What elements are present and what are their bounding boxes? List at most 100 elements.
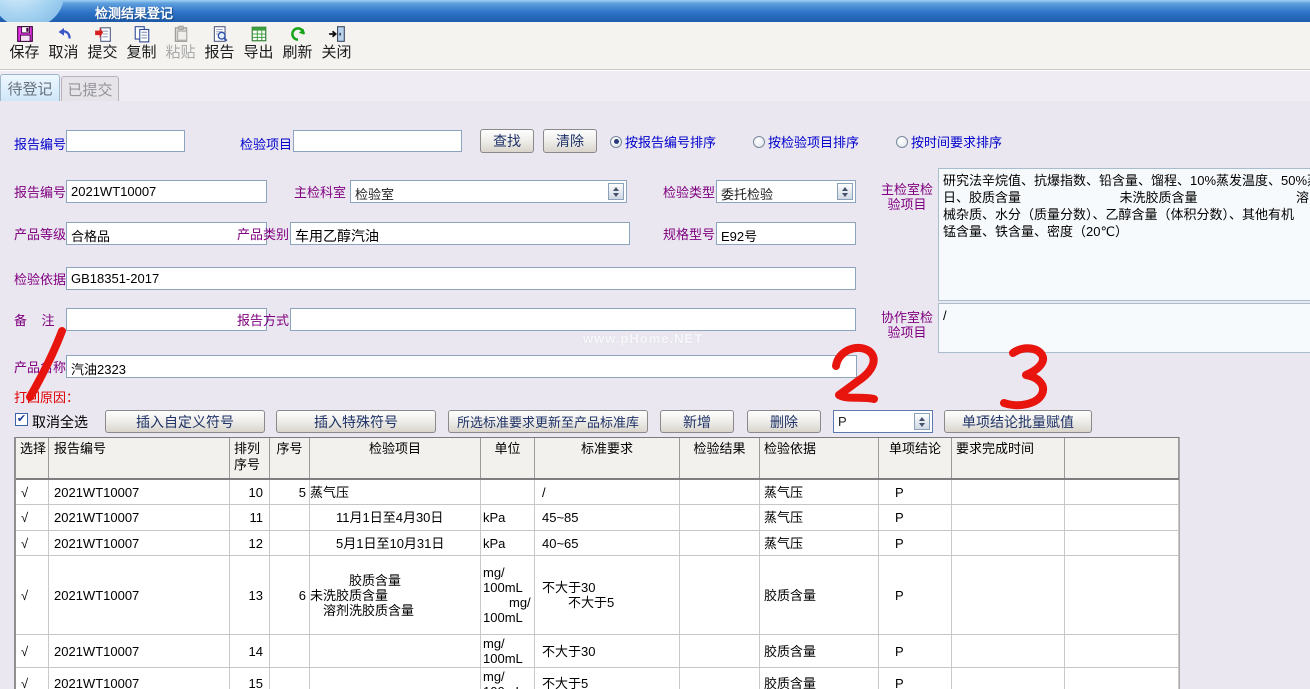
table-cell[interactable]: 蒸气压: [760, 531, 879, 555]
find-button[interactable]: 查找: [480, 129, 534, 153]
table-cell[interactable]: 11: [230, 505, 270, 530]
table-cell[interactable]: [1065, 635, 1179, 667]
table-row[interactable]: √2021WT1000714mg/ 100mL不大于30胶质含量P: [16, 635, 1179, 668]
table-row[interactable]: √2021WT1000711 11月1日至4月30日kPa45~85蒸气压P: [16, 505, 1179, 531]
delete-button[interactable]: 删除: [747, 410, 821, 433]
column-header[interactable]: 排列 序号: [230, 438, 270, 478]
table-cell[interactable]: 不大于30: [535, 635, 680, 667]
toolbar-button-submit[interactable]: 提交: [83, 22, 122, 68]
table-cell[interactable]: [1065, 668, 1179, 689]
product-name-input[interactable]: 汽油2323: [66, 355, 857, 378]
column-header[interactable]: 单项结论: [879, 438, 952, 478]
sort-by-item-radio[interactable]: 按检验项目排序: [753, 132, 859, 151]
row-checkmark[interactable]: √: [16, 531, 49, 555]
table-cell[interactable]: P: [879, 668, 952, 689]
table-cell[interactable]: [310, 668, 481, 689]
table-cell[interactable]: [680, 635, 760, 667]
table-row[interactable]: √2021WT1000712 5月1日至10月31日kPa40~65蒸气压P: [16, 531, 1179, 556]
tab-submitted[interactable]: 已提交: [61, 76, 119, 101]
update-standard-button[interactable]: 所选标准要求更新至产品标准库: [448, 410, 648, 433]
table-cell[interactable]: [270, 668, 310, 689]
table-cell[interactable]: [270, 505, 310, 530]
table-cell[interactable]: 5: [270, 480, 310, 504]
coop-items-textarea[interactable]: /: [938, 303, 1310, 353]
toolbar-button-save[interactable]: 保存: [5, 22, 44, 68]
table-cell[interactable]: [680, 480, 760, 504]
table-cell[interactable]: 45~85: [535, 505, 680, 530]
column-header[interactable]: 检验结果: [680, 438, 760, 478]
table-cell[interactable]: 15: [230, 668, 270, 689]
clear-button[interactable]: 清除: [543, 129, 597, 153]
sort-by-time-radio[interactable]: 按时间要求排序: [896, 132, 1002, 151]
column-header[interactable]: 报告编号: [49, 438, 230, 478]
insert-special-symbol-button[interactable]: 插入特殊符号: [276, 410, 436, 433]
spinner-icon[interactable]: [914, 413, 930, 430]
table-cell[interactable]: [952, 531, 1065, 555]
row-checkmark[interactable]: √: [16, 505, 49, 530]
toolbar-button-report[interactable]: 报告: [200, 22, 239, 68]
table-cell[interactable]: 2021WT10007: [49, 635, 230, 667]
row-checkmark[interactable]: √: [16, 635, 49, 667]
report-no-input[interactable]: 2021WT10007: [66, 180, 267, 203]
table-cell[interactable]: 10: [230, 480, 270, 504]
sort-by-report-no-radio[interactable]: 按报告编号排序: [610, 132, 716, 151]
column-header[interactable]: 选择: [16, 438, 49, 478]
search-report-no-input[interactable]: [66, 130, 185, 152]
table-cell[interactable]: 6: [270, 556, 310, 634]
main-dept-combobox[interactable]: 检验室: [350, 180, 627, 203]
table-cell[interactable]: [680, 556, 760, 634]
table-cell[interactable]: 胶质含量: [760, 635, 879, 667]
main-items-textarea[interactable]: 研究法辛烷值、抗爆指数、铅含量、馏程、10%蒸发温度、50%蒸 日、胶质含量 未…: [938, 168, 1310, 301]
tab-pending[interactable]: 待登记: [0, 74, 60, 101]
table-cell[interactable]: P: [879, 480, 952, 504]
table-cell[interactable]: 2021WT10007: [49, 668, 230, 689]
table-cell[interactable]: mg/ 100mL: [481, 668, 535, 689]
spinner-icon[interactable]: [608, 183, 624, 200]
insert-custom-symbol-button[interactable]: 插入自定义符号: [105, 410, 265, 433]
table-cell[interactable]: [952, 635, 1065, 667]
product-type-input[interactable]: 车用乙醇汽油: [290, 222, 630, 245]
row-checkmark[interactable]: √: [16, 480, 49, 504]
table-cell[interactable]: 11月1日至4月30日: [310, 505, 481, 530]
toolbar-button-close[interactable]: 关闭: [317, 22, 356, 68]
table-row[interactable]: √2021WT10007136 胶质含量 未洗胶质含量 溶剂洗胶质含量mg/ 1…: [16, 556, 1179, 635]
table-cell[interactable]: [1065, 505, 1179, 530]
table-cell[interactable]: [952, 556, 1065, 634]
table-cell[interactable]: [952, 668, 1065, 689]
table-cell[interactable]: 40~65: [535, 531, 680, 555]
toolbar-button-export[interactable]: 导出: [239, 22, 278, 68]
batch-assign-button[interactable]: 单项结论批量赋值: [944, 410, 1092, 433]
toolbar-button-undo[interactable]: 取消: [44, 22, 83, 68]
table-cell[interactable]: mg/ 100mL: [481, 635, 535, 667]
column-header[interactable]: 单位: [481, 438, 535, 478]
table-cell[interactable]: [481, 480, 535, 504]
table-row[interactable]: √2021WT1000715mg/ 100mL不大于5胶质含量P: [16, 668, 1179, 689]
table-cell[interactable]: 胶质含量: [760, 668, 879, 689]
toolbar-button-copy[interactable]: 复制: [122, 22, 161, 68]
table-cell[interactable]: [310, 635, 481, 667]
table-cell[interactable]: [270, 531, 310, 555]
table-cell[interactable]: 胶质含量: [760, 556, 879, 634]
table-row[interactable]: √2021WT10007105蒸气压/蒸气压P: [16, 480, 1179, 505]
table-cell[interactable]: 5月1日至10月31日: [310, 531, 481, 555]
table-cell[interactable]: mg/ 100mL mg/ 100mL: [481, 556, 535, 634]
conclusion-combobox[interactable]: P: [833, 410, 933, 433]
table-cell[interactable]: kPa: [481, 531, 535, 555]
report-method-input[interactable]: [290, 308, 856, 331]
table-cell[interactable]: 蒸气压: [310, 480, 481, 504]
table-cell[interactable]: 2021WT10007: [49, 556, 230, 634]
table-cell[interactable]: [680, 531, 760, 555]
spec-model-input[interactable]: E92号: [716, 222, 856, 245]
uncheck-all-checkbox[interactable]: ✔: [15, 413, 28, 426]
table-cell[interactable]: /: [535, 480, 680, 504]
table-cell[interactable]: [1065, 480, 1179, 504]
column-header[interactable]: 序号: [270, 438, 310, 478]
table-cell[interactable]: 胶质含量 未洗胶质含量 溶剂洗胶质含量: [310, 556, 481, 634]
table-cell[interactable]: 2021WT10007: [49, 531, 230, 555]
test-basis-input[interactable]: GB18351-2017: [66, 267, 856, 290]
column-header[interactable]: 检验依据: [760, 438, 879, 478]
table-cell[interactable]: [270, 635, 310, 667]
column-header[interactable]: 检验项目: [310, 438, 481, 478]
table-cell[interactable]: 不大于30 不大于5: [535, 556, 680, 634]
row-checkmark[interactable]: √: [16, 668, 49, 689]
